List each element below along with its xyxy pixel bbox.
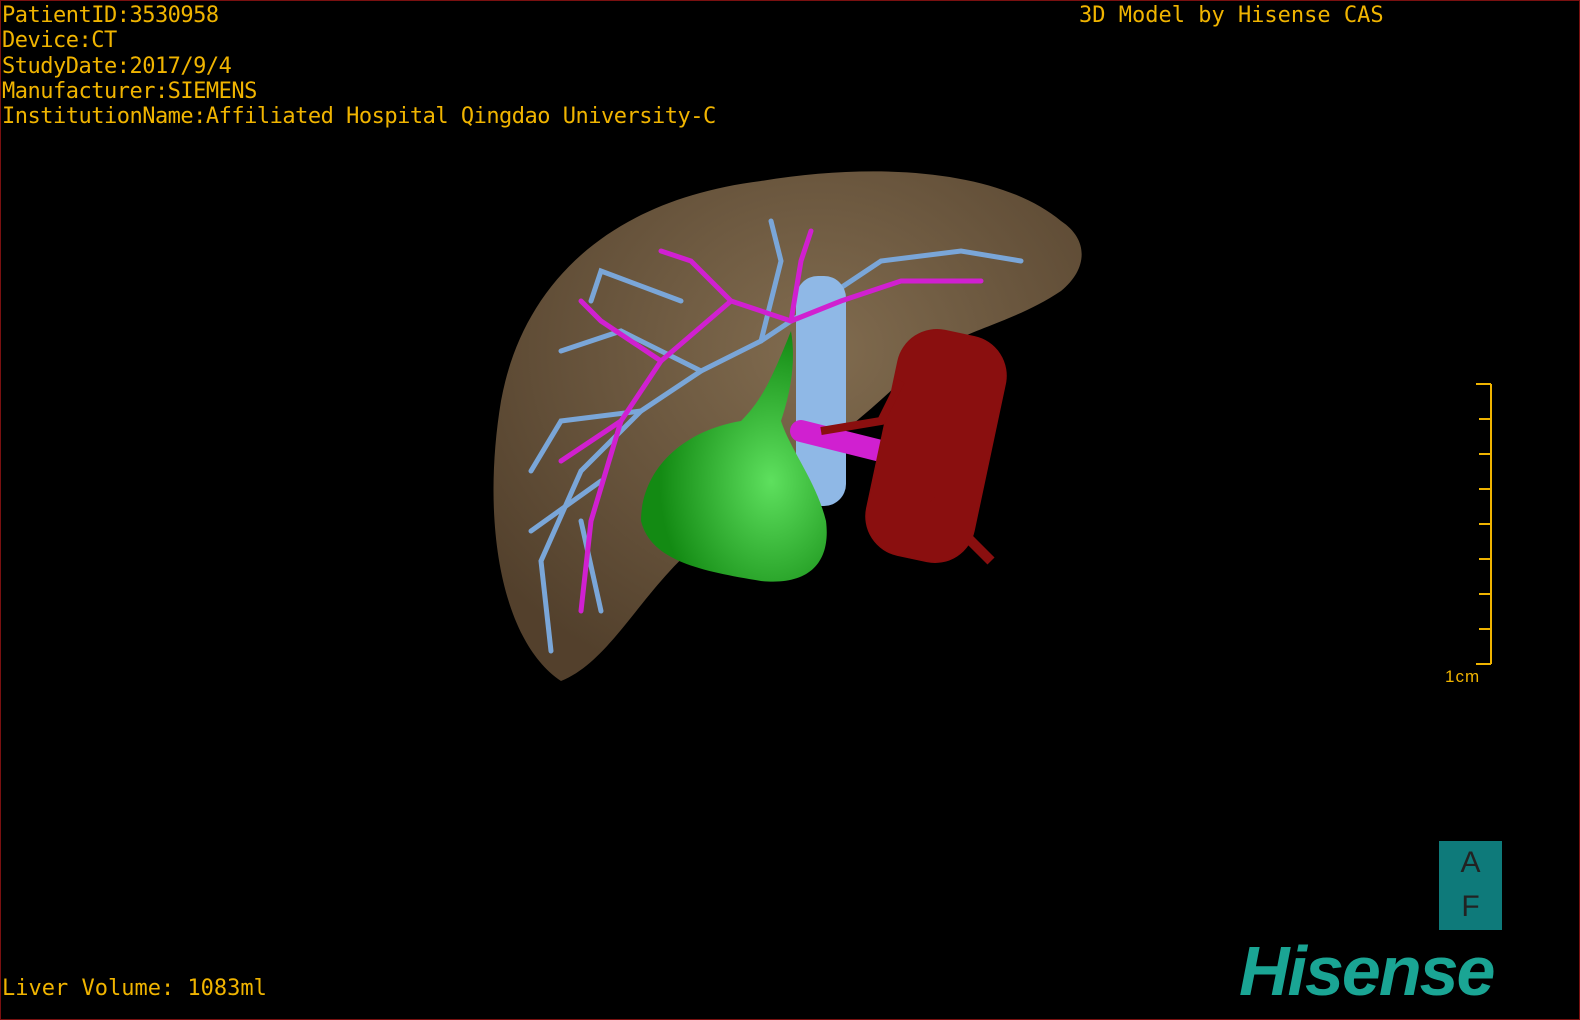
device: Device:CT xyxy=(2,28,117,54)
liver-volume: Liver Volume: 1083ml xyxy=(2,976,267,1001)
study-date: StudyDate:2017/9/4 xyxy=(2,53,232,79)
patient-id: PatientID:3530958 xyxy=(2,3,219,28)
model-brand-text: 3D Model by Hisense CAS xyxy=(1079,3,1384,28)
orientation-cube[interactable]: A F xyxy=(1439,841,1502,930)
scale-bar xyxy=(1476,383,1492,665)
patient-info-overlay: PatientID:3530958 Device:CT StudyDate:20… xyxy=(2,3,716,129)
orientation-foot: F xyxy=(1461,890,1480,923)
hisense-logo: Hisense xyxy=(1239,932,1495,1010)
liver-3d-model[interactable] xyxy=(1,1,1579,1019)
orientation-anterior: A xyxy=(1460,846,1481,879)
manufacturer: Manufacturer:SIEMENS xyxy=(2,78,257,104)
scale-bar-label: 1cm xyxy=(1445,667,1481,686)
institution-name: InstitutionName:Affiliated Hospital Qing… xyxy=(2,104,716,130)
3d-viewer[interactable]: PatientID:3530958 Device:CT StudyDate:20… xyxy=(0,0,1580,1020)
